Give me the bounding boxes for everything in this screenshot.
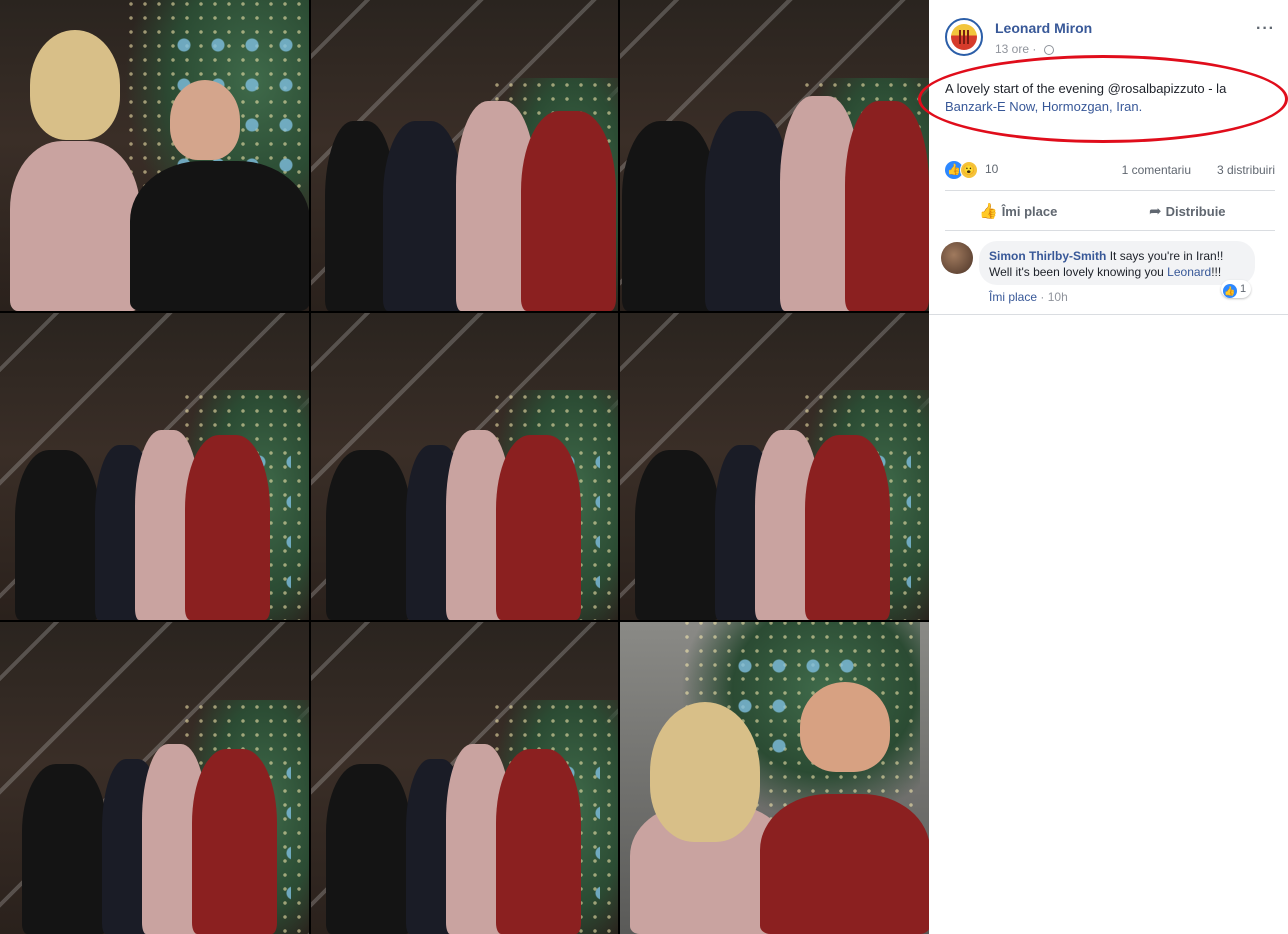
share-count[interactable]: 3 distribuiri (1217, 163, 1275, 177)
comment-author[interactable]: Simon Thirlby-Smith (989, 249, 1106, 263)
reaction-count[interactable]: 10 (985, 162, 998, 176)
photo-grid (0, 0, 929, 934)
more-options-icon[interactable]: ··· (1256, 20, 1275, 38)
divider (929, 314, 1288, 315)
comment-like-link[interactable]: Îmi place (989, 290, 1037, 304)
divider (945, 230, 1275, 231)
photo-tile[interactable] (0, 0, 309, 311)
post-text-main: A lovely start of the evening @rosalbapi… (945, 81, 1205, 96)
comment-section: Simon Thirlby-Smith It says you're in Ir… (929, 232, 1288, 315)
like-badge-icon: 👍 (1223, 284, 1237, 298)
photo-tile[interactable] (620, 622, 929, 934)
post-text: A lovely start of the evening @rosalbapi… (945, 80, 1275, 116)
post-time[interactable]: 13 ore (995, 42, 1029, 56)
share-button[interactable]: ➦ Distribuie (1149, 202, 1226, 220)
comment-like-badge[interactable]: 👍 1 (1221, 280, 1252, 298)
comment-tag[interactable]: Leonard (1167, 265, 1211, 279)
photo-tile[interactable] (620, 313, 929, 620)
globe-icon (1043, 45, 1054, 55)
comment-like-count: 1 (1240, 283, 1247, 295)
comment-count[interactable]: 1 comentariu (1122, 163, 1191, 177)
divider (945, 190, 1275, 191)
photo-tile[interactable] (0, 313, 309, 620)
photo-tile[interactable] (311, 0, 618, 311)
share-arrow-icon: ➦ (1149, 203, 1162, 220)
like-button[interactable]: 👍 Îmi place (979, 202, 1057, 220)
post-actions: 👍 Îmi place ➦ Distribuie (945, 194, 1275, 228)
comment-text-end: !!! (1211, 265, 1222, 279)
like-button-label: Îmi place (1001, 204, 1058, 219)
comment-text-line2: Well it's been lovely knowing you (989, 265, 1164, 279)
commenter-avatar[interactable] (941, 242, 973, 274)
wow-reaction-icon[interactable]: 😮 (960, 161, 978, 179)
thumbs-up-icon: 👍 (979, 203, 998, 220)
comment-text-line1: It says you're in Iran!! (1109, 249, 1224, 263)
comment-time[interactable]: 10h (1048, 290, 1068, 304)
post-stats: 👍 😮 10 1 comentariu 3 distribuiri (945, 160, 1275, 182)
comment-actions: Îmi place · 10h (989, 290, 1068, 304)
share-button-label: Distribuie (1165, 204, 1226, 219)
photo-tile[interactable] (620, 0, 929, 311)
photo-tile[interactable] (311, 313, 618, 620)
author-avatar[interactable] (945, 18, 983, 56)
photo-tile[interactable] (0, 622, 309, 934)
post-text-suffix: - la (1204, 81, 1227, 96)
post-panel: Leonard Miron 13 ore · ··· A lovely star… (929, 0, 1288, 934)
post-header: Leonard Miron 13 ore · ··· (945, 16, 1275, 66)
comment-bubble: Simon Thirlby-Smith It says you're in Ir… (979, 241, 1255, 285)
location-link[interactable]: Banzark-E Now, Hormozgan, Iran. (945, 99, 1142, 114)
author-name[interactable]: Leonard Miron (995, 20, 1092, 36)
post-meta: 13 ore · (995, 42, 1054, 56)
photo-tile[interactable] (311, 622, 618, 934)
